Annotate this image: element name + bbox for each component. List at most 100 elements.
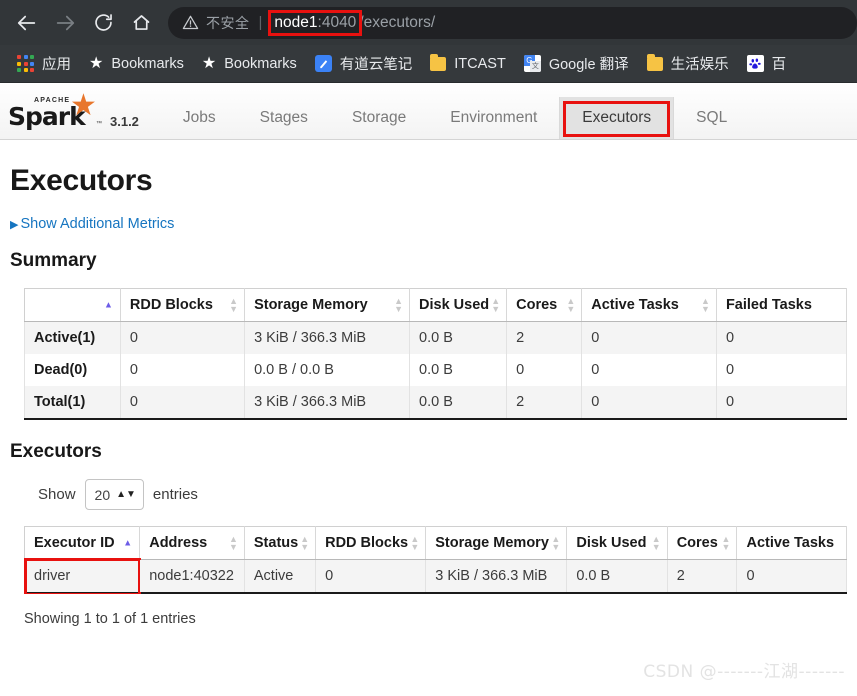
- executor-status-cell: Active: [244, 559, 317, 593]
- entries-length-control: Show 20 ▲▼ entries: [38, 479, 847, 510]
- executor-disk-used-cell: 0.0 B: [566, 559, 668, 593]
- bookmark-apps[interactable]: 应用: [8, 50, 80, 78]
- spark-navbar: APACHE Spark ★ ™ 3.1.2 Jobs Stages Stora…: [0, 83, 857, 140]
- table-row: Dead(0) 0 0.0 B / 0.0 B 0.0 B 0 0 0: [24, 354, 847, 386]
- executor-id-cell: driver: [23, 557, 142, 594]
- star-icon: ★: [89, 54, 104, 72]
- bookmark-bookmarks-2[interactable]: ★ Bookmarks: [193, 50, 306, 78]
- trademark-label: ™: [96, 121, 102, 127]
- show-label: Show: [38, 486, 76, 503]
- summary-cell: 0.0 B: [409, 321, 508, 354]
- summary-cell: 0: [120, 321, 246, 354]
- summary-table-wrapper: ▲ RDD Blocks ▲ ▼ Storage Memory ▲ ▼ Disk U…: [10, 288, 847, 420]
- sort-ascending-icon: ▲: [123, 537, 133, 548]
- executors-col-storage-memory[interactable]: Storage Memory ▲ ▼: [425, 526, 568, 560]
- summary-col-active-tasks[interactable]: Active Tasks ▲ ▼: [581, 288, 717, 322]
- bookmark-google-translate[interactable]: G文 Google 翻译: [515, 50, 638, 78]
- executors-col-rdd-blocks[interactable]: RDD Blocks ▲ ▼: [315, 526, 427, 560]
- summary-cell: 0: [716, 386, 847, 419]
- sort-ascending-icon: ▲: [103, 299, 113, 310]
- spark-brand[interactable]: APACHE Spark ★ ™ 3.1.2: [0, 91, 139, 139]
- summary-col-failed-tasks[interactable]: Failed Tasks: [716, 288, 847, 322]
- summary-row-label: Active(1): [24, 321, 121, 354]
- summary-col-disk-used[interactable]: Disk Used ▲ ▼: [409, 288, 508, 322]
- summary-col-label: Active Tasks: [591, 297, 679, 313]
- summary-cell: 2: [506, 321, 583, 354]
- executors-col-label: Storage Memory: [435, 535, 549, 551]
- folder-icon: [646, 53, 663, 71]
- address-bar[interactable]: 不安全 | node1:4040/executors/: [168, 6, 857, 39]
- sort-both-icon: ▲ ▼: [651, 534, 661, 552]
- page-content: Executors ▶ Show Additional Metrics Summa…: [0, 164, 857, 627]
- sort-both-icon: ▲ ▼: [228, 534, 238, 552]
- executors-col-address[interactable]: Address ▲ ▼: [139, 526, 245, 560]
- table-row: driver node1:40322 Active 0 3 KiB / 366.…: [23, 557, 847, 594]
- summary-col-label: RDD Blocks: [129, 297, 213, 313]
- bookmark-baidu[interactable]: 百: [738, 50, 796, 78]
- summary-col-rdd-blocks[interactable]: RDD Blocks ▲ ▼: [120, 288, 246, 322]
- omnibox-divider: |: [258, 14, 263, 31]
- summary-section-title: Summary: [10, 250, 97, 271]
- reload-icon[interactable]: [84, 4, 122, 42]
- tab-environment[interactable]: Environment: [428, 97, 559, 139]
- tab-storage[interactable]: Storage: [330, 97, 428, 139]
- executors-col-disk-used[interactable]: Disk Used ▲ ▼: [566, 526, 668, 560]
- tab-stages[interactable]: Stages: [238, 97, 330, 139]
- executors-col-cores[interactable]: Cores ▲ ▼: [667, 526, 738, 560]
- home-icon[interactable]: [122, 4, 160, 42]
- folder-icon: [430, 53, 447, 71]
- summary-col-blank[interactable]: ▲: [24, 288, 121, 322]
- executors-col-executor-id[interactable]: Executor ID ▲: [23, 526, 141, 560]
- sort-both-icon: ▲ ▼: [394, 296, 404, 314]
- executor-cores-cell: 2: [667, 559, 738, 593]
- bookmark-label: 生活娱乐: [670, 57, 729, 73]
- tab-executors[interactable]: Executors: [559, 97, 675, 139]
- executors-col-label: RDD Blocks: [325, 535, 409, 551]
- sort-both-icon: ▲ ▼: [410, 534, 420, 552]
- bookmark-label: Bookmarks: [111, 55, 184, 72]
- summary-cell: 0.0 B: [409, 354, 508, 386]
- summary-col-storage-memory[interactable]: Storage Memory ▲ ▼: [244, 288, 411, 322]
- executors-col-label: Executor ID: [34, 535, 115, 551]
- forward-arrow-icon: [46, 4, 84, 42]
- tab-sql[interactable]: SQL: [674, 97, 749, 139]
- bookmark-label: 有道云笔记: [339, 57, 413, 73]
- show-additional-metrics-link[interactable]: ▶ Show Additional Metrics: [10, 216, 174, 232]
- bookmark-life-entertainment[interactable]: 生活娱乐: [638, 50, 738, 78]
- page-title: Executors: [10, 164, 153, 197]
- summary-cell: 0: [581, 321, 717, 354]
- security-label: 不安全: [206, 14, 250, 31]
- executors-header-row: Executor ID ▲ Address ▲▼ Status ▲▼ RDD: [23, 526, 847, 560]
- bookmark-label: ITCAST: [454, 55, 506, 72]
- summary-cell: 0: [716, 321, 847, 354]
- bookmark-itcast[interactable]: ITCAST: [421, 50, 515, 78]
- security-warning[interactable]: 不安全: [182, 13, 250, 33]
- executors-col-status[interactable]: Status ▲ ▼: [244, 526, 317, 560]
- bookmark-youdao[interactable]: 有道云笔记: [306, 50, 422, 78]
- summary-cell: 0: [581, 386, 717, 419]
- summary-row-label: Dead(0): [24, 354, 121, 386]
- summary-col-cores[interactable]: Cores ▲ ▼: [506, 288, 583, 322]
- browser-toolbar: 不安全 | node1:4040/executors/: [0, 0, 857, 45]
- baidu-icon: [746, 55, 764, 72]
- executors-col-active-tasks[interactable]: Active Tasks: [736, 526, 847, 560]
- summary-col-label: Storage Memory: [254, 297, 368, 313]
- csdn-watermark: CSDN @-------江湖-------: [643, 662, 845, 682]
- spark-web-ui: APACHE Spark ★ ™ 3.1.2 Jobs Stages Stora…: [0, 83, 857, 696]
- url-text[interactable]: node1:4040/executors/: [268, 9, 436, 36]
- summary-header-row: ▲ RDD Blocks ▲ ▼ Storage Memory ▲ ▼ Disk U…: [24, 288, 847, 322]
- summary-table: ▲ RDD Blocks ▲ ▼ Storage Memory ▲ ▼ Disk U…: [24, 288, 847, 420]
- entries-per-page-select[interactable]: 20 ▲▼: [84, 479, 144, 510]
- back-arrow-icon[interactable]: [8, 4, 46, 42]
- sort-both-icon: ▲ ▼: [551, 534, 561, 552]
- executors-col-label: Disk Used: [576, 535, 647, 551]
- triangle-right-icon: ▶: [10, 219, 19, 231]
- url-hostport-annotation: node1:4040: [268, 9, 363, 36]
- url-path: /executors/: [359, 13, 436, 31]
- bookmark-label: Google 翻译: [548, 57, 629, 73]
- executors-table-wrapper: Executor ID ▲ Address ▲▼ Status ▲▼ RDD: [10, 526, 847, 594]
- sort-both-icon: ▲ ▼: [300, 534, 310, 552]
- bookmark-bookmarks-1[interactable]: ★ Bookmarks: [80, 50, 193, 78]
- summary-col-label: Cores: [516, 297, 558, 313]
- tab-jobs[interactable]: Jobs: [161, 97, 238, 139]
